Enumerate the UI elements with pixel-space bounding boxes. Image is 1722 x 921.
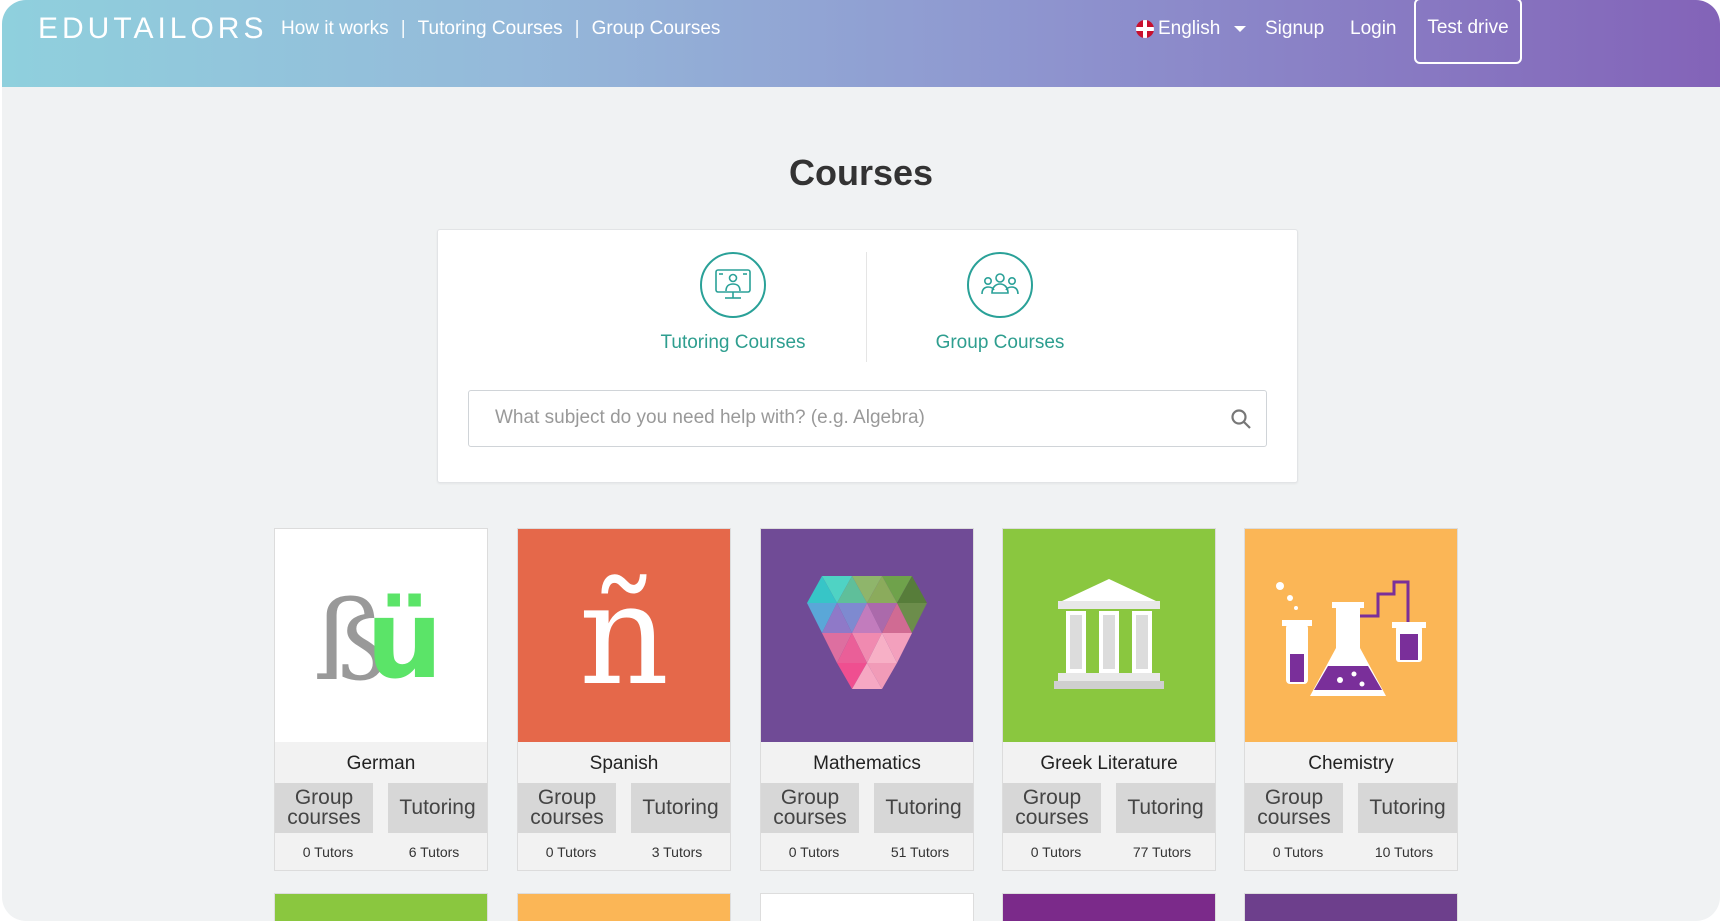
group-courses-label: Group Courses <box>935 332 1065 353</box>
tutoring-tutor-count: 3 Tutors <box>651 844 703 860</box>
test-drive-button[interactable]: Test drive <box>1414 0 1522 64</box>
app-frame: EDUTAILORS How it works | Tutoring Cours… <box>2 0 1720 921</box>
top-header: EDUTAILORS How it works | Tutoring Cours… <box>2 0 1720 87</box>
group-tutor-count: 0 Tutors <box>1030 844 1082 860</box>
nav-separator: | <box>400 18 406 39</box>
group-tutor-count: 0 Tutors <box>1272 844 1324 860</box>
course-name: Mathematics <box>813 753 921 774</box>
chemistry-course-image <box>1245 529 1457 742</box>
language-label: English <box>1158 18 1221 39</box>
nav-separator: | <box>574 18 580 39</box>
group-tutor-count: 0 Tutors <box>545 844 597 860</box>
course-card-stub[interactable] <box>1002 893 1216 921</box>
tutoring-button[interactable]: Tutoring <box>631 783 730 833</box>
group-people-icon <box>967 252 1033 318</box>
group-courses-button[interactable]: Group courses <box>1003 783 1101 833</box>
course-search-panel: Tutoring Courses Group Courses <box>437 229 1298 483</box>
course-card-greek-literature[interactable]: Greek Literature Group courses Tutoring … <box>1002 528 1216 871</box>
course-card-spanish[interactable]: ñ Spanish Group courses Tutoring 0 Tutor… <box>517 528 731 871</box>
course-name: German <box>346 753 416 774</box>
language-selector[interactable]: English <box>1136 18 1247 40</box>
brand-logo[interactable]: EDUTAILORS <box>38 12 267 46</box>
tutoring-courses-label: Tutoring Courses <box>660 332 806 353</box>
nav-tutoring-courses[interactable]: Tutoring Courses <box>418 18 563 40</box>
spanish-letter-enye: ñ <box>578 553 670 717</box>
group-courses-button[interactable]: Group courses <box>761 783 859 833</box>
course-card-german[interactable]: ß ü German Group courses Tutoring 0 Tuto… <box>274 528 488 871</box>
group-courses-button[interactable]: Group courses <box>1245 783 1343 833</box>
tutoring-button[interactable]: Tutoring <box>1116 783 1215 833</box>
course-name: Greek Literature <box>1040 753 1178 774</box>
nav-group-courses[interactable]: Group Courses <box>592 18 721 40</box>
tutoring-button[interactable]: Tutoring <box>388 783 487 833</box>
spanish-course-image: ñ <box>518 529 730 742</box>
course-card-stub[interactable] <box>760 893 974 921</box>
polygon-gem-icon <box>807 575 927 689</box>
subject-search-box <box>468 390 1267 447</box>
tutoring-tutor-count: 10 Tutors <box>1374 844 1434 860</box>
group-courses-category[interactable]: Group Courses <box>900 252 1100 354</box>
caret-down-icon <box>1234 26 1247 32</box>
greek-temple-icon <box>1054 578 1164 689</box>
signup-link[interactable]: Signup <box>1265 18 1324 40</box>
nav-how-it-works[interactable]: How it works <box>281 18 389 40</box>
tutoring-button[interactable]: Tutoring <box>874 783 973 833</box>
course-card-chemistry[interactable]: Chemistry Group courses Tutoring 0 Tutor… <box>1244 528 1458 871</box>
category-divider <box>866 252 867 362</box>
group-courses-button[interactable]: Group courses <box>518 783 616 833</box>
uk-flag-icon <box>1136 20 1154 38</box>
course-name: Spanish <box>589 753 659 774</box>
chemistry-flasks-icon <box>1276 580 1426 696</box>
mathematics-course-image <box>761 529 973 742</box>
greek-literature-course-image <box>1003 529 1215 742</box>
monitor-tutor-icon <box>700 252 766 318</box>
group-courses-button[interactable]: Group courses <box>275 783 373 833</box>
course-card-mathematics[interactable]: Mathematics Group courses Tutoring 0 Tut… <box>760 528 974 871</box>
group-tutor-count: 0 Tutors <box>302 844 354 860</box>
tutoring-tutor-count: 77 Tutors <box>1132 844 1192 860</box>
course-card-stub[interactable] <box>274 893 488 921</box>
search-icon[interactable] <box>1230 408 1252 435</box>
page-title: Courses <box>788 152 934 193</box>
main-nav: How it works | Tutoring Courses | Group … <box>281 18 720 40</box>
tutoring-tutor-count: 6 Tutors <box>408 844 460 860</box>
tutoring-tutor-count: 51 Tutors <box>890 844 950 860</box>
course-card-stub[interactable] <box>517 893 731 921</box>
tutoring-courses-category[interactable]: Tutoring Courses <box>633 252 833 354</box>
tutoring-button[interactable]: Tutoring <box>1358 783 1457 833</box>
course-name: Chemistry <box>1308 753 1394 774</box>
course-card-stub[interactable] <box>1244 893 1458 921</box>
subject-search-input[interactable] <box>469 391 1215 444</box>
group-tutor-count: 0 Tutors <box>788 844 840 860</box>
login-link[interactable]: Login <box>1350 18 1397 40</box>
german-course-image: ß ü <box>275 529 487 742</box>
german-letter-umlaut: ü <box>366 578 443 701</box>
